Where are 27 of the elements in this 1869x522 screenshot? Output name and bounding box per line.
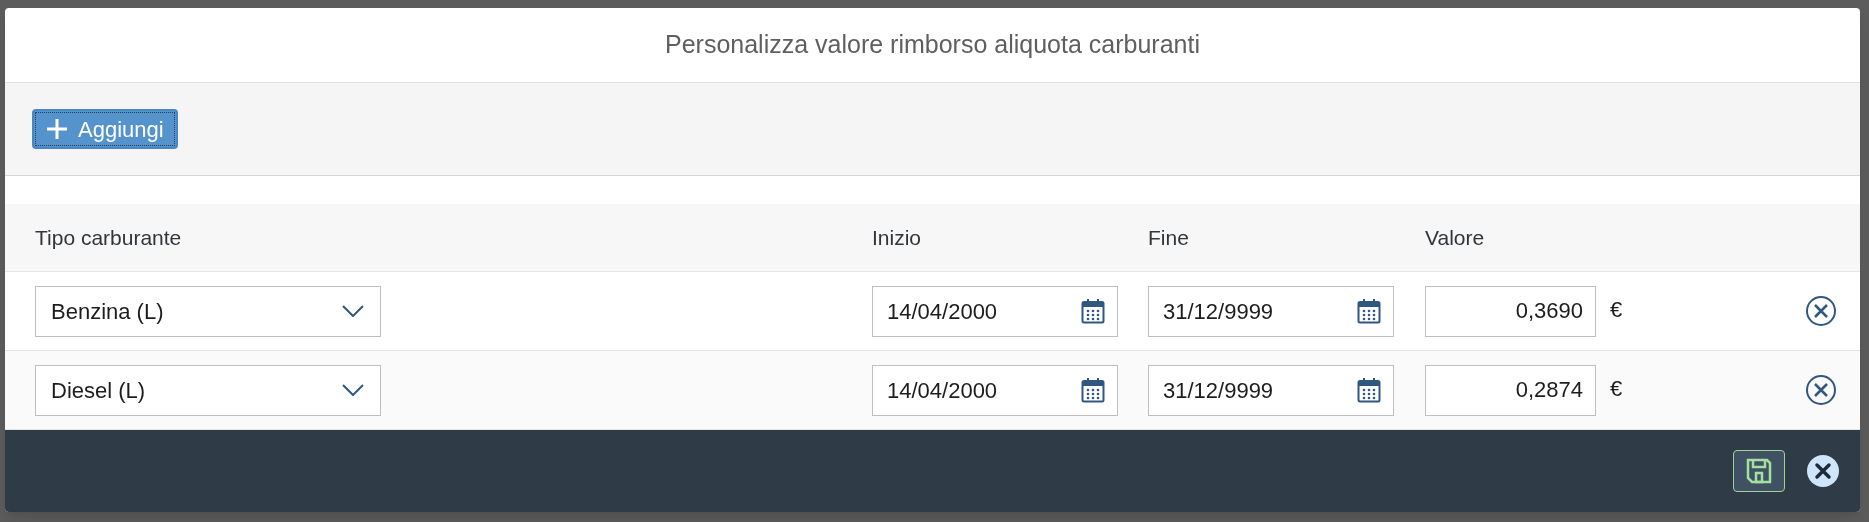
fuel-type-select[interactable]: Benzina (L) bbox=[35, 285, 381, 337]
date-field[interactable]: 14/04/2000 bbox=[872, 364, 1118, 416]
dialog-title: Personalizza valore rimborso aliquota carburanti bbox=[665, 29, 1200, 61]
save-button[interactable] bbox=[1733, 450, 1785, 492]
currency-label: € bbox=[1610, 374, 1623, 403]
date-field[interactable]: 31/12/9999 bbox=[1148, 285, 1394, 337]
calendar-icon[interactable] bbox=[1081, 298, 1105, 324]
fuel-type-select[interactable]: Diesel (L) bbox=[35, 364, 381, 416]
plus-icon bbox=[46, 118, 68, 140]
chevron-down-icon[interactable] bbox=[342, 305, 364, 317]
chevron-down-icon[interactable] bbox=[342, 384, 364, 396]
calendar-icon[interactable] bbox=[1357, 298, 1381, 324]
calendar-icon[interactable] bbox=[1081, 377, 1105, 403]
value-field[interactable]: 0,3690 bbox=[1425, 285, 1596, 337]
remove-icon[interactable] bbox=[1805, 374, 1837, 406]
date-field[interactable]: 31/12/9999 bbox=[1148, 364, 1394, 416]
save-icon bbox=[1745, 457, 1773, 485]
column-header: Tipo carburante bbox=[35, 224, 183, 251]
column-header: Fine bbox=[1148, 224, 1190, 251]
calendar-icon[interactable] bbox=[1357, 377, 1381, 403]
date-field[interactable]: 14/04/2000 bbox=[872, 285, 1118, 337]
remove-icon[interactable] bbox=[1805, 295, 1837, 327]
column-header: Valore bbox=[1425, 224, 1485, 251]
column-header: Inizio bbox=[872, 224, 923, 251]
currency-label: € bbox=[1610, 295, 1623, 324]
close-icon[interactable] bbox=[1807, 455, 1839, 487]
value-field[interactable]: 0,2874 bbox=[1425, 364, 1596, 416]
